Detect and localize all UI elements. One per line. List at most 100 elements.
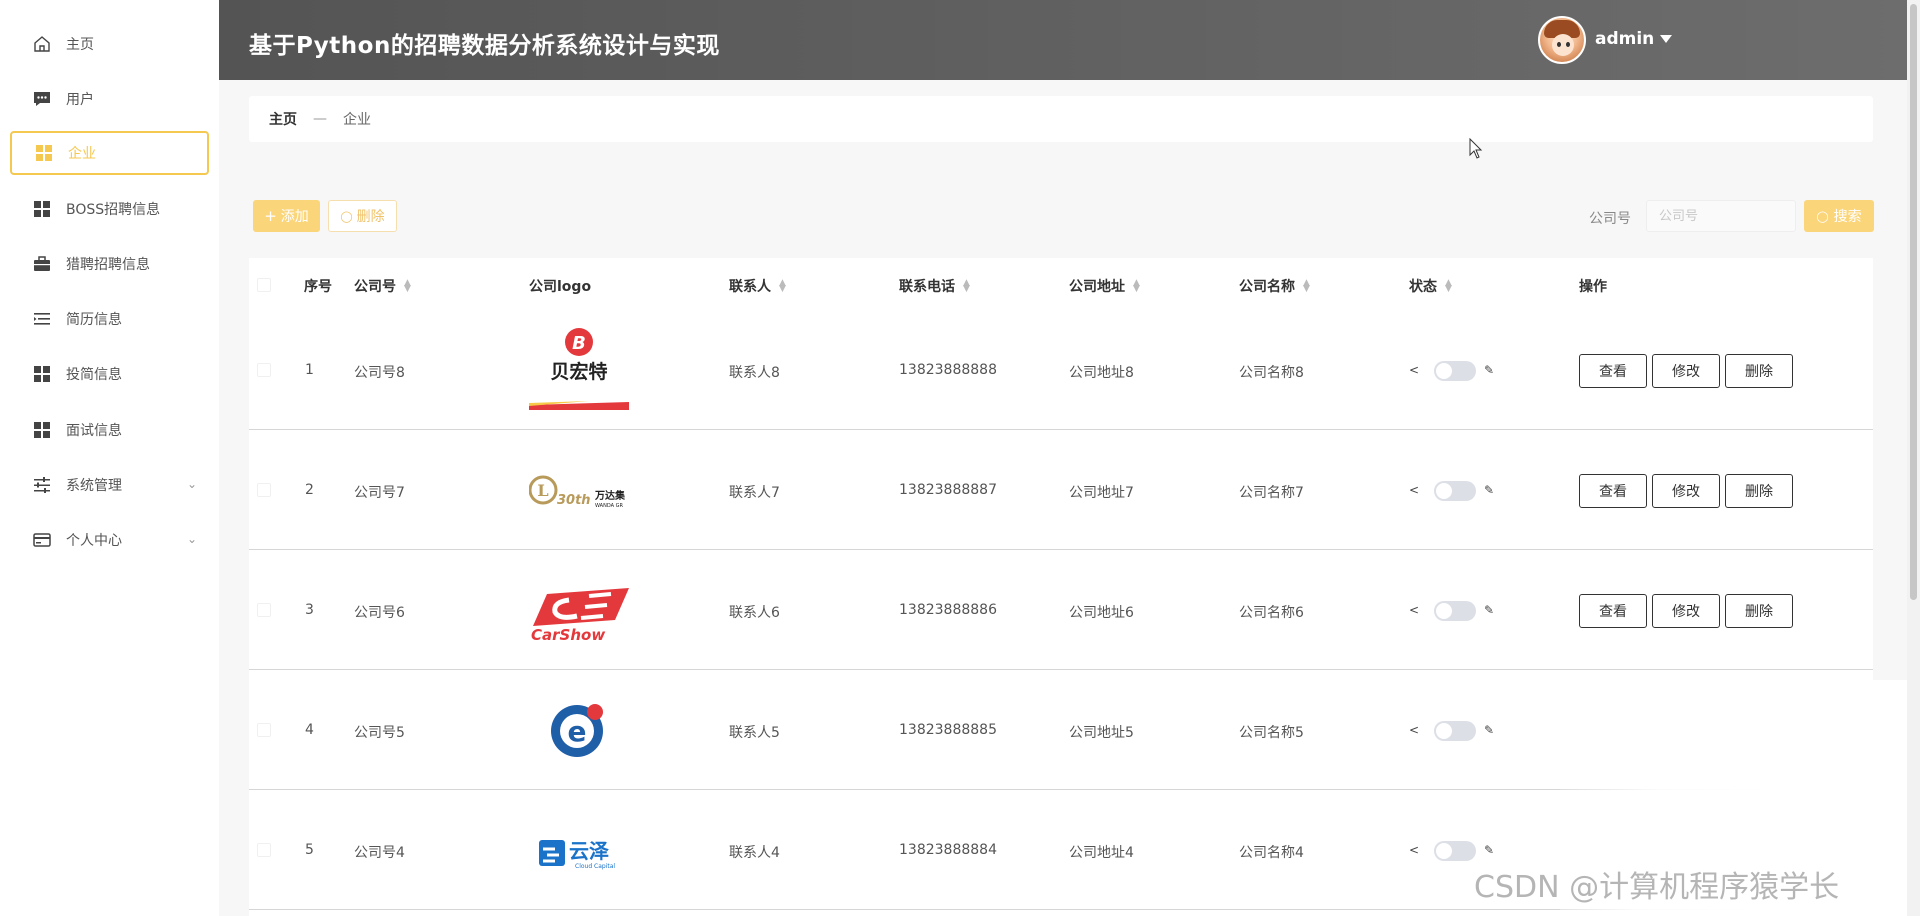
plus-icon: + <box>264 207 277 225</box>
column-header-actions: 操作 <box>1579 279 1607 295</box>
column-header-status[interactable]: 状态 ▲ ▼ <box>1409 276 1452 296</box>
delete-button[interactable]: 删除 <box>1725 474 1793 508</box>
delete-button[interactable]: 删除 <box>1725 594 1793 628</box>
edit-button[interactable]: 修改 <box>1652 474 1720 508</box>
grid-icon <box>32 199 52 219</box>
sidebar-item-interviews[interactable]: 面试信息 <box>10 408 209 452</box>
cell-phone: 13823888885 <box>899 722 997 738</box>
edit-pen-icon[interactable]: ✎ <box>1484 723 1494 737</box>
breadcrumb: 主页 — 企业 <box>249 96 1873 142</box>
cell-company-no: 公司号4 <box>354 845 405 861</box>
cell-index: 4 <box>305 722 314 738</box>
svg-text:云泽: 云泽 <box>569 839 609 863</box>
column-header-company-no[interactable]: 公司号 ▲ ▼ <box>354 276 411 296</box>
view-button[interactable]: 查看 <box>1579 354 1647 388</box>
trash-icon: ◯ <box>340 209 353 223</box>
cell-phone: 13823888884 <box>899 842 997 858</box>
search-button[interactable]: ◯ 搜索 <box>1804 200 1874 232</box>
svg-text:30th: 30th <box>557 493 591 508</box>
cell-address: 公司地址4 <box>1069 845 1134 861</box>
cell-contact: 联系人7 <box>729 485 780 501</box>
sort-icon: ▲ ▼ <box>1445 278 1452 294</box>
row-checkbox[interactable] <box>257 843 271 857</box>
share-icon[interactable]: < <box>1409 363 1419 377</box>
edit-button[interactable]: 修改 <box>1652 594 1720 628</box>
scrollbar-thumb[interactable] <box>1910 4 1917 600</box>
delete-button-label: 删除 <box>356 209 385 225</box>
status-toggle[interactable] <box>1434 841 1476 861</box>
sidebar-item-personal-center[interactable]: 个人中心 ⌄ <box>10 518 209 562</box>
sidebar-item-system-management[interactable]: 系统管理 ⌄ <box>10 463 209 507</box>
edit-button[interactable]: 修改 <box>1652 354 1720 388</box>
svg-text:万达集: 万达集 <box>594 489 626 502</box>
sort-icon: ▲ ▼ <box>1303 278 1310 294</box>
sidebar-item-label: 主页 <box>66 37 94 53</box>
table-row: 1 公司号8 B 贝宏特 联系人8 13823888888 公司地址8 公司名称… <box>249 310 1873 430</box>
delete-button[interactable]: 删除 <box>1725 354 1793 388</box>
share-icon[interactable]: < <box>1409 843 1419 857</box>
share-icon[interactable]: < <box>1409 603 1419 617</box>
status-toggle[interactable] <box>1434 361 1476 381</box>
edit-pen-icon[interactable]: ✎ <box>1484 363 1494 377</box>
status-toggle[interactable] <box>1434 721 1476 741</box>
column-header-name[interactable]: 公司名称 ▲ ▼ <box>1239 276 1310 296</box>
cell-phone: 13823888887 <box>899 482 997 498</box>
edit-pen-icon[interactable]: ✎ <box>1484 843 1494 857</box>
search-icon: ◯ <box>1816 209 1829 223</box>
cell-company-name: 公司名称5 <box>1239 725 1304 741</box>
add-button[interactable]: + 添加 <box>253 200 320 232</box>
status-toggle[interactable] <box>1434 601 1476 621</box>
row-checkbox[interactable] <box>257 723 271 737</box>
scrollbar[interactable] <box>1907 0 1920 916</box>
edit-pen-icon[interactable]: ✎ <box>1484 603 1494 617</box>
cell-company-no: 公司号7 <box>354 485 405 501</box>
sort-icon: ▲ ▼ <box>404 278 411 294</box>
table-row: 2 公司号7 L 30th 万达集 WANDA GR 联系人7 13823888… <box>249 430 1873 550</box>
svg-text:贝宏特: 贝宏特 <box>550 360 607 383</box>
company-logo: L 30th 万达集 WANDA GR <box>529 444 629 534</box>
sidebar-item-resume[interactable]: 简历信息 <box>10 297 209 341</box>
user-name[interactable]: admin <box>1595 29 1654 49</box>
column-header-phone[interactable]: 联系电话 ▲ ▼ <box>899 276 970 296</box>
column-header-index: 序号 <box>304 279 332 295</box>
sidebar-item-boss-jobs[interactable]: BOSS招聘信息 <box>10 187 209 231</box>
cell-phone: 13823888886 <box>899 602 997 618</box>
caret-down-icon[interactable] <box>1660 35 1672 43</box>
cell-address: 公司地址5 <box>1069 725 1134 741</box>
sidebar-item-label: 猎聘招聘信息 <box>66 257 150 273</box>
sidebar-item-enterprise[interactable]: 企业 <box>10 131 209 175</box>
breadcrumb-home[interactable]: 主页 <box>269 109 297 129</box>
edit-pen-icon[interactable]: ✎ <box>1484 483 1494 497</box>
row-checkbox[interactable] <box>257 363 271 377</box>
briefcase-icon <box>32 254 52 274</box>
sidebar-item-label: 个人中心 <box>66 533 122 549</box>
cell-address: 公司地址8 <box>1069 365 1134 381</box>
share-icon[interactable]: < <box>1409 483 1419 497</box>
row-checkbox[interactable] <box>257 483 271 497</box>
view-button[interactable]: 查看 <box>1579 474 1647 508</box>
sidebar-item-liepin-jobs[interactable]: 猎聘招聘信息 <box>10 242 209 286</box>
column-header-address[interactable]: 公司地址 ▲ ▼ <box>1069 276 1140 296</box>
sidebar-item-home[interactable]: 主页 <box>10 22 209 66</box>
sidebar: 主页 用户 企业 BOSS招聘信息 猎聘招聘信息 简历信息 投简信息 面试信息 … <box>0 0 219 916</box>
search-input[interactable] <box>1646 200 1796 232</box>
row-checkbox[interactable] <box>257 603 271 617</box>
sort-icon: ▲ ▼ <box>1133 278 1140 294</box>
sidebar-item-applications[interactable]: 投简信息 <box>10 352 209 396</box>
cell-contact: 联系人6 <box>729 605 780 621</box>
cell-company-name: 公司名称4 <box>1239 845 1304 861</box>
view-button[interactable]: 查看 <box>1579 594 1647 628</box>
chevron-down-icon: ⌄ <box>186 477 197 491</box>
search-button-label: 搜索 <box>1833 209 1862 225</box>
select-all-checkbox[interactable] <box>257 278 271 292</box>
svg-text:WANDA GR: WANDA GR <box>595 503 623 509</box>
sidebar-item-users[interactable]: 用户 <box>10 77 209 121</box>
column-header-contact[interactable]: 联系人 ▲ ▼ <box>729 276 786 296</box>
column-header-logo: 公司logo <box>529 279 592 295</box>
batch-delete-button[interactable]: ◯ 删除 <box>328 200 397 232</box>
share-icon[interactable]: < <box>1409 723 1419 737</box>
status-toggle[interactable] <box>1434 481 1476 501</box>
home-icon <box>32 34 52 54</box>
avatar[interactable] <box>1538 16 1586 64</box>
company-logo: 云泽 Cloud Capital <box>529 804 629 894</box>
